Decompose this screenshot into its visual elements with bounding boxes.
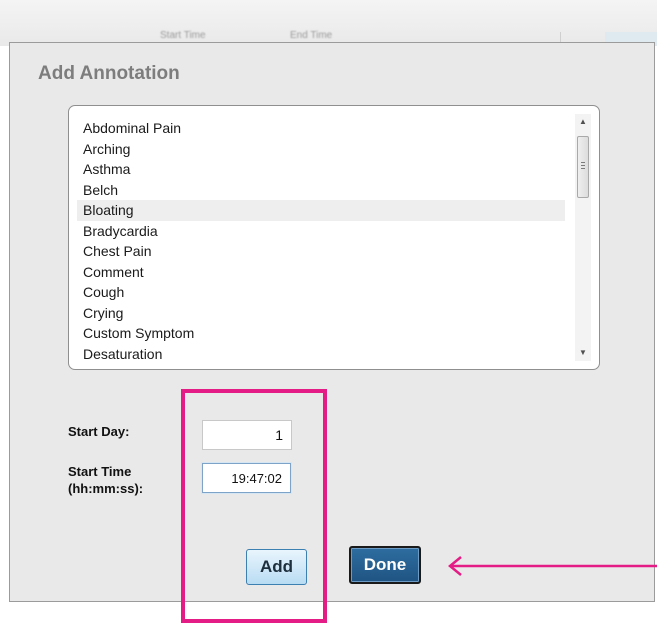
screenshot-canvas: Start Time End Time Add Annotation Abdom… xyxy=(0,0,657,625)
scroll-up-arrow-icon[interactable]: ▲ xyxy=(575,114,591,130)
list-item[interactable]: Custom Symptom xyxy=(77,323,565,344)
done-button[interactable]: Done xyxy=(349,546,421,584)
start-day-label: Start Day: xyxy=(68,424,130,439)
scroll-thumb[interactable] xyxy=(577,136,589,198)
highlight-annotation-box xyxy=(181,389,327,623)
list-item[interactable]: Comment xyxy=(77,262,565,283)
list-item[interactable]: Abdominal Pain xyxy=(77,118,565,139)
list-item[interactable]: Bradycardia xyxy=(77,221,565,242)
annotation-listbox[interactable]: Abdominal Pain Arching Asthma Belch Bloating… xyxy=(68,105,600,370)
dialog-title: Add Annotation xyxy=(38,63,180,84)
add-annotation-dialog: Add Annotation Abdominal Pain Arching Asth… xyxy=(9,42,655,602)
start-time-label: Start Time (hh:mm:ss): xyxy=(68,463,158,497)
list-item[interactable]: Cough xyxy=(77,282,565,303)
list-item[interactable]: Crying xyxy=(77,303,565,324)
list-item[interactable]: Chest Pain xyxy=(77,241,565,262)
scroll-down-arrow-icon[interactable]: ▼ xyxy=(575,345,591,361)
list-item[interactable]: Desaturation xyxy=(77,344,565,365)
left-arrow-icon xyxy=(448,556,657,576)
list-item[interactable]: Bloating xyxy=(77,200,565,221)
thumb-grip-line xyxy=(581,168,585,169)
thumb-grip-line xyxy=(581,165,585,166)
annotation-list: Abdominal Pain Arching Asthma Belch Bloating… xyxy=(77,118,565,364)
list-item[interactable]: Arching xyxy=(77,139,565,160)
start-time-label-line1: Start Time xyxy=(68,464,132,479)
list-scrollbar[interactable]: ▲ ▼ xyxy=(575,114,591,361)
list-item[interactable]: Belch xyxy=(77,180,565,201)
thumb-grip-line xyxy=(581,162,585,163)
list-item[interactable]: Asthma xyxy=(77,159,565,180)
start-time-label-line2: (hh:mm:ss): xyxy=(68,481,144,496)
